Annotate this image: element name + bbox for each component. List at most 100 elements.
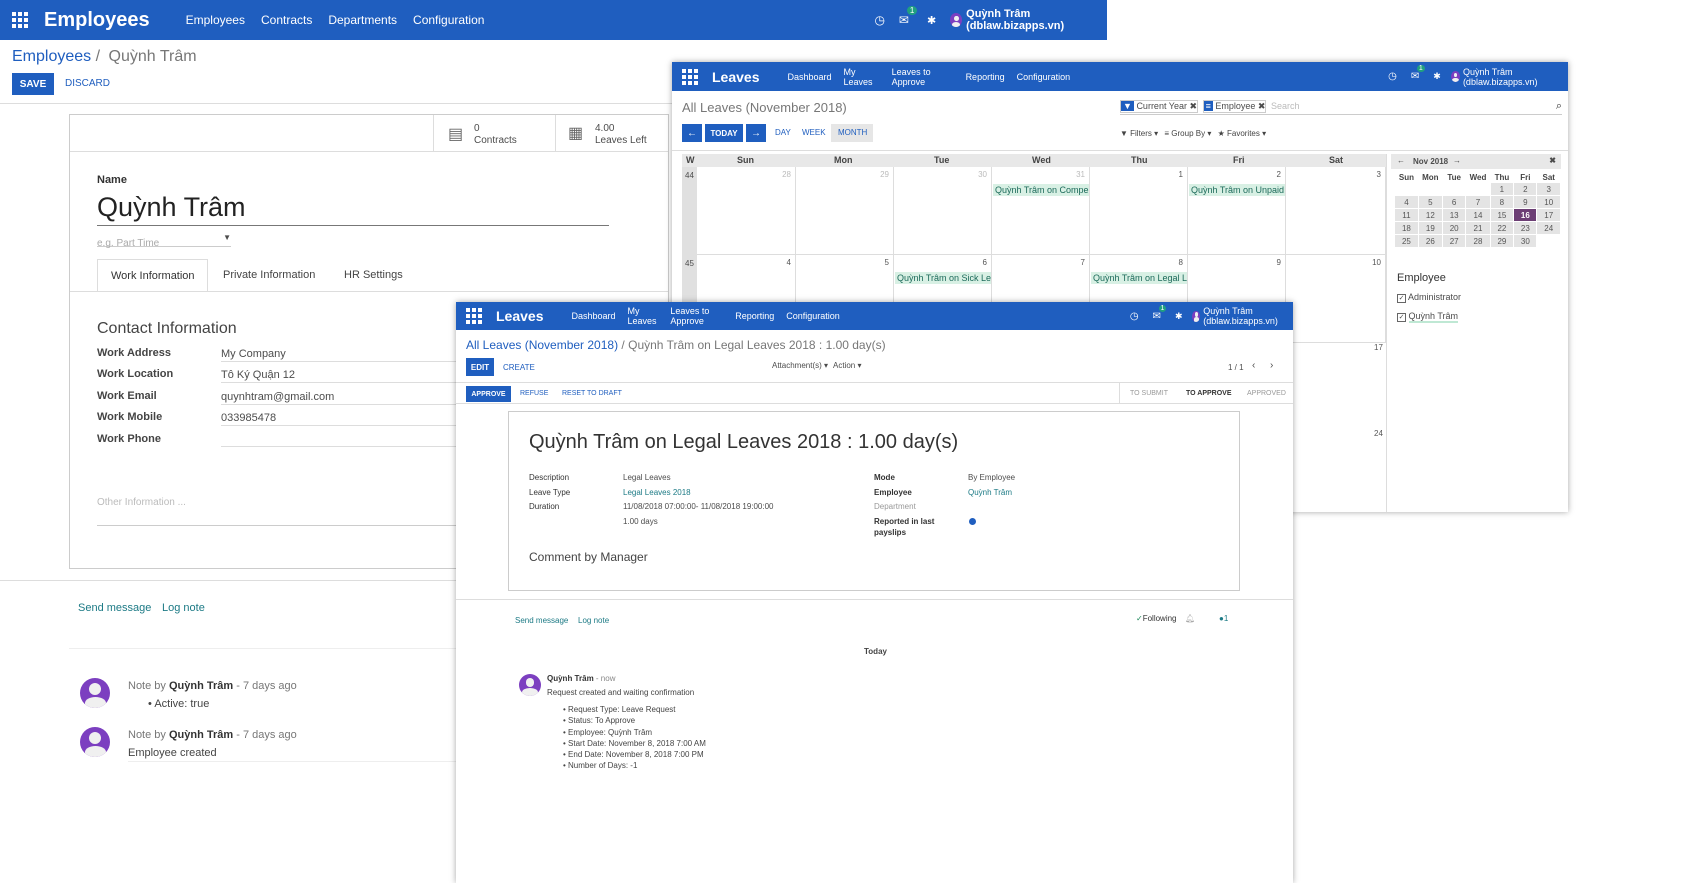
approve-button[interactable]: APPROVE bbox=[466, 386, 511, 402]
menu-dashboard[interactable]: Dashboard bbox=[787, 72, 831, 82]
stage-to-submit[interactable]: TO SUBMIT bbox=[1130, 390, 1168, 397]
save-button[interactable]: SAVE bbox=[12, 73, 54, 95]
bug-icon[interactable]: ✱ bbox=[1433, 71, 1441, 82]
menu-my-leaves[interactable]: My Leaves bbox=[628, 306, 659, 326]
checkbox-checked-icon[interactable]: ✓ bbox=[1397, 313, 1406, 322]
clock-icon[interactable]: ◷ bbox=[1388, 71, 1397, 82]
menu-configuration[interactable]: Configuration bbox=[786, 311, 840, 321]
group-by-dropdown[interactable]: ≡ Group By ▾ bbox=[1164, 129, 1211, 138]
chat-icon[interactable]: ✉ 1 bbox=[899, 6, 918, 27]
calendar-event[interactable]: Quỳnh Trâm on Compensate bbox=[993, 184, 1089, 196]
chat-icon[interactable]: ✉ 1 bbox=[1153, 304, 1167, 322]
edit-button[interactable]: EDIT bbox=[466, 358, 494, 376]
job-position-field[interactable]: e.g. Part Time ▼ bbox=[97, 233, 231, 249]
mini-day[interactable]: 5 bbox=[1418, 196, 1442, 208]
bell-icon[interactable]: 🔔︎ bbox=[1185, 614, 1195, 623]
user-menu[interactable]: Quỳnh Trâm (dblaw.bizapps.vn) bbox=[1203, 306, 1293, 326]
mini-day[interactable]: 24 bbox=[1537, 222, 1560, 234]
create-button[interactable]: CREATE bbox=[503, 363, 535, 372]
tab-work-information[interactable]: Work Information bbox=[97, 259, 208, 292]
calendar-day-cell[interactable]: 3 bbox=[1286, 167, 1386, 255]
menu-reporting[interactable]: Reporting bbox=[966, 72, 1005, 82]
apps-menu-icon[interactable] bbox=[682, 68, 698, 85]
mini-day[interactable]: 7 bbox=[1466, 196, 1490, 208]
work-address-field[interactable]: My Company bbox=[221, 348, 461, 362]
menu-employees[interactable]: Employees bbox=[186, 13, 245, 27]
reset-to-draft-button[interactable]: RESET TO DRAFT bbox=[562, 390, 622, 397]
chat-icon[interactable]: ✉ 1 bbox=[1411, 65, 1425, 82]
mini-day[interactable]: 27 bbox=[1442, 235, 1466, 247]
calendar-day-cell[interactable]: 10 bbox=[1286, 255, 1386, 343]
mini-day[interactable]: 1 bbox=[1490, 183, 1514, 195]
mini-day[interactable]: 9 bbox=[1514, 196, 1537, 208]
menu-configuration[interactable]: Configuration bbox=[1017, 72, 1071, 82]
work-location-field[interactable]: Tô Ký Quận 12 bbox=[221, 369, 461, 383]
search-icon[interactable]: ⌕ bbox=[1556, 100, 1562, 113]
mini-day[interactable]: 15 bbox=[1490, 209, 1514, 221]
message-author[interactable]: Quỳnh Trâm bbox=[169, 729, 233, 741]
apps-menu-icon[interactable] bbox=[12, 12, 28, 28]
checkbox-checked-icon[interactable]: ✓ bbox=[1397, 294, 1406, 303]
mini-day[interactable]: 12 bbox=[1418, 209, 1442, 221]
menu-configuration[interactable]: Configuration bbox=[413, 13, 484, 27]
close-icon[interactable]: ✖ bbox=[1549, 156, 1556, 165]
attachments-dropdown[interactable]: Attachment(s) ▾ bbox=[772, 361, 828, 370]
mini-day[interactable]: 26 bbox=[1418, 235, 1442, 247]
filter-item-administrator[interactable]: ✓ Administrator bbox=[1397, 292, 1461, 303]
menu-leaves-to-approve[interactable]: Leaves to Approve bbox=[670, 306, 723, 326]
menu-leaves-to-approve[interactable]: Leaves to Approve bbox=[892, 67, 954, 87]
mini-day[interactable]: 11 bbox=[1395, 209, 1418, 221]
menu-contracts[interactable]: Contracts bbox=[261, 13, 312, 27]
mini-day[interactable]: 13 bbox=[1442, 209, 1466, 221]
bug-icon[interactable]: ✱ bbox=[1175, 311, 1183, 322]
pager-previous-icon[interactable]: ‹ bbox=[1252, 360, 1255, 371]
apps-menu-icon[interactable] bbox=[466, 308, 482, 324]
followers-button[interactable]: ●1 bbox=[1219, 614, 1228, 623]
mini-day[interactable]: 10 bbox=[1537, 196, 1560, 208]
mini-day[interactable]: 21 bbox=[1466, 222, 1490, 234]
following-button[interactable]: ✓Following bbox=[1136, 614, 1177, 623]
search-box[interactable]: ▼ Current Year ✖ ≡ Employee ✖ Search ⌕ bbox=[1120, 100, 1562, 115]
calendar-day-cell[interactable]: 28 bbox=[697, 167, 796, 255]
menu-departments[interactable]: Departments bbox=[328, 13, 397, 27]
mini-next-icon[interactable]: → bbox=[1453, 156, 1461, 165]
mini-day[interactable]: 3 bbox=[1537, 183, 1560, 195]
breadcrumb-root[interactable]: Employees bbox=[12, 48, 91, 65]
contracts-stat-button[interactable]: ▤ 0 Contracts bbox=[433, 115, 555, 152]
mini-day[interactable]: 29 bbox=[1490, 235, 1514, 247]
reported-indicator[interactable] bbox=[969, 518, 976, 525]
menu-my-leaves[interactable]: My Leaves bbox=[844, 67, 880, 87]
next-button[interactable]: → bbox=[746, 124, 766, 142]
mini-day[interactable]: 28 bbox=[1466, 235, 1490, 247]
tab-hr-settings[interactable]: HR Settings bbox=[344, 269, 403, 281]
mini-day[interactable]: 25 bbox=[1395, 235, 1418, 247]
work-phone-field[interactable] bbox=[221, 433, 461, 447]
menu-dashboard[interactable]: Dashboard bbox=[571, 311, 615, 321]
calendar-day-cell[interactable]: 29 bbox=[796, 167, 894, 255]
month-view-button[interactable]: MONTH bbox=[831, 124, 873, 142]
log-note-button[interactable]: Log note bbox=[162, 602, 205, 614]
calendar-event[interactable]: Quỳnh Trâm on Legal Leave bbox=[1091, 272, 1187, 284]
calendar-day-cell[interactable]: 1 bbox=[1090, 167, 1188, 255]
message-author[interactable]: Quỳnh Trâm bbox=[547, 674, 594, 683]
mini-day[interactable]: 17 bbox=[1537, 209, 1560, 221]
mini-day[interactable]: 2 bbox=[1514, 183, 1537, 195]
remove-facet-icon[interactable]: ✖ bbox=[1190, 101, 1198, 111]
day-view-button[interactable]: DAY bbox=[775, 128, 791, 137]
leaves-stat-button[interactable]: ▦ 4.00 Leaves Left bbox=[555, 115, 668, 152]
mini-day[interactable]: 30 bbox=[1514, 235, 1537, 247]
favorites-dropdown[interactable]: ★ Favorites ▾ bbox=[1218, 129, 1267, 138]
tab-private-information[interactable]: Private Information bbox=[223, 269, 315, 281]
clock-icon[interactable]: ◷ bbox=[874, 13, 884, 27]
mini-day-selected[interactable]: 16 bbox=[1514, 209, 1537, 221]
calendar-day-cell[interactable]: 31 bbox=[992, 167, 1090, 255]
send-message-button[interactable]: Send message bbox=[78, 602, 151, 614]
menu-reporting[interactable]: Reporting bbox=[735, 311, 774, 321]
breadcrumb-root[interactable]: All Leaves (November 2018) bbox=[466, 338, 618, 352]
work-mobile-field[interactable]: 033985478 bbox=[221, 412, 461, 426]
today-button[interactable]: TODAY bbox=[705, 124, 743, 142]
discard-button[interactable]: DISCARD bbox=[65, 78, 110, 89]
mini-day[interactable]: 14 bbox=[1466, 209, 1490, 221]
calendar-event[interactable]: Quỳnh Trâm on Sick Leaves bbox=[895, 272, 991, 284]
calendar-day-cell[interactable]: 2 bbox=[1188, 167, 1286, 255]
